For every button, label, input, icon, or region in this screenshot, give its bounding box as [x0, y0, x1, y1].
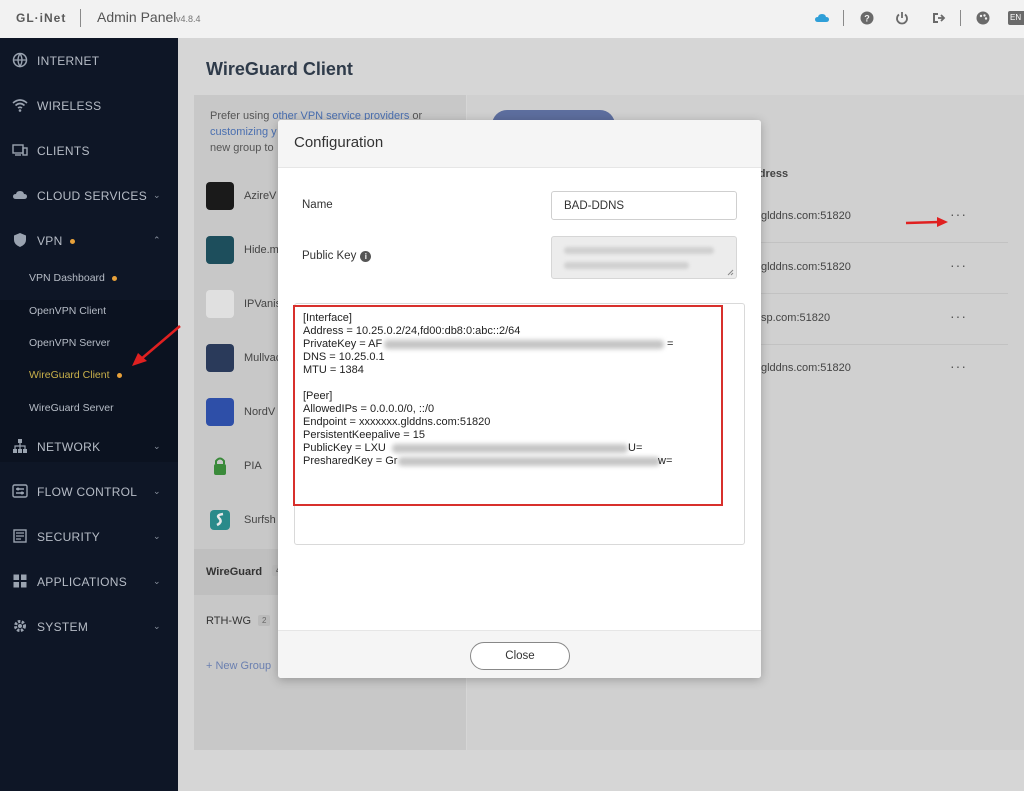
brand-logo[interactable]: GL·iNet [16, 11, 66, 25]
resize-handle-icon[interactable] [727, 269, 734, 276]
power-icon[interactable] [894, 10, 910, 26]
sidebar-item-security[interactable]: SECURITY ⌄ [0, 514, 178, 559]
sidebar-item-cloud-services[interactable]: CLOUD SERVICES ⌄ [0, 173, 178, 218]
apps-icon [13, 574, 27, 588]
dialog-footer: Close [278, 630, 761, 678]
sidebar-item-flow-control[interactable]: FLOW CONTROL ⌄ [0, 469, 178, 514]
wifi-icon [12, 99, 28, 112]
name-field[interactable] [551, 191, 737, 220]
logout-icon[interactable] [930, 10, 946, 26]
divider [960, 10, 961, 26]
cloud-icon[interactable] [814, 10, 830, 26]
sidebar-item-clients[interactable]: CLIENTS [0, 128, 178, 173]
configuration-dialog: Configuration Name Public Keyi [Interfac… [278, 120, 761, 678]
more-options-icon[interactable]: ··· [950, 308, 967, 324]
dialog-title: Configuration [294, 134, 384, 151]
page-title: WireGuard Client [206, 59, 353, 79]
svg-text:?: ? [864, 14, 870, 24]
app-title: Admin Panel [97, 9, 177, 25]
public-key-field[interactable] [551, 236, 737, 279]
public-key-label: Public Key i [302, 250, 372, 262]
chevron-down-icon: ⌄ [153, 576, 161, 586]
count-badge: 2 [258, 615, 271, 626]
chevron-down-icon: ⌄ [153, 441, 161, 451]
customize-link[interactable]: customizing y [210, 126, 277, 138]
more-options-icon[interactable]: ··· [950, 257, 967, 273]
new-group-button[interactable]: + New Group [206, 660, 271, 672]
status-dot [69, 238, 75, 244]
sidebar-item-system[interactable]: SYSTEM ⌄ [0, 604, 178, 649]
chevron-down-icon: ⌄ [153, 531, 161, 541]
security-icon [13, 529, 27, 543]
status-dot [116, 372, 122, 378]
nordvpn-logo-icon [206, 398, 234, 426]
sidebar-item-internet[interactable]: INTERNET [0, 38, 178, 83]
close-button[interactable]: Close [470, 642, 570, 670]
dialog-header: Configuration [278, 120, 761, 168]
name-label: Name [302, 199, 333, 211]
sidebar: INTERNET WIRELESS CLIENTS CLOUD SERVICES… [0, 38, 178, 791]
divider [843, 10, 844, 26]
hideme-logo-icon [206, 236, 234, 264]
sidebar-item-wireguard-server[interactable]: WireGuard Server [0, 392, 178, 424]
sidebar-item-applications[interactable]: APPLICATIONS ⌄ [0, 559, 178, 604]
redacted-text [564, 262, 689, 269]
help-icon[interactable]: ? [859, 10, 875, 26]
sidebar-item-wireless[interactable]: WIRELESS [0, 83, 178, 128]
redacted-text [564, 247, 714, 254]
chevron-down-icon: ⌄ [153, 190, 161, 200]
chevron-down-icon: ⌄ [153, 621, 161, 631]
more-options-icon[interactable]: ··· [950, 206, 967, 222]
annotation-arrow-icon [132, 325, 181, 366]
sidebar-item-vpn[interactable]: VPN ⌃ [0, 218, 178, 263]
ipvanish-logo-icon [206, 290, 234, 318]
azire-logo-icon [206, 182, 234, 210]
pia-logo-icon [206, 452, 234, 480]
mullvad-logo-icon [206, 344, 234, 372]
language-button[interactable]: EN [1008, 11, 1024, 25]
devices-icon [12, 144, 28, 156]
info-icon[interactable]: i [360, 251, 372, 262]
gear-icon [14, 620, 26, 632]
version-label: v4.8.4 [176, 14, 201, 24]
globe-icon [12, 52, 28, 68]
flow-icon [12, 484, 28, 498]
surfshark-logo-icon [206, 506, 234, 534]
palette-icon[interactable] [975, 10, 991, 26]
divider [80, 9, 81, 27]
top-bar: GL·iNet Admin Panel v4.8.4 ? EN [0, 0, 1024, 38]
cloud-icon [13, 191, 27, 199]
network-icon [13, 439, 27, 453]
more-options-icon[interactable]: ··· [950, 358, 967, 374]
status-dot [111, 275, 117, 281]
sidebar-item-network[interactable]: NETWORK ⌄ [0, 424, 178, 469]
chevron-down-icon: ⌄ [153, 486, 161, 496]
chevron-up-icon: ⌃ [153, 235, 161, 245]
annotation-arrow-icon [905, 217, 948, 227]
highlight-box [293, 305, 723, 506]
shield-icon [14, 233, 26, 247]
sidebar-item-vpn-dashboard[interactable]: VPN Dashboard [0, 262, 178, 294]
